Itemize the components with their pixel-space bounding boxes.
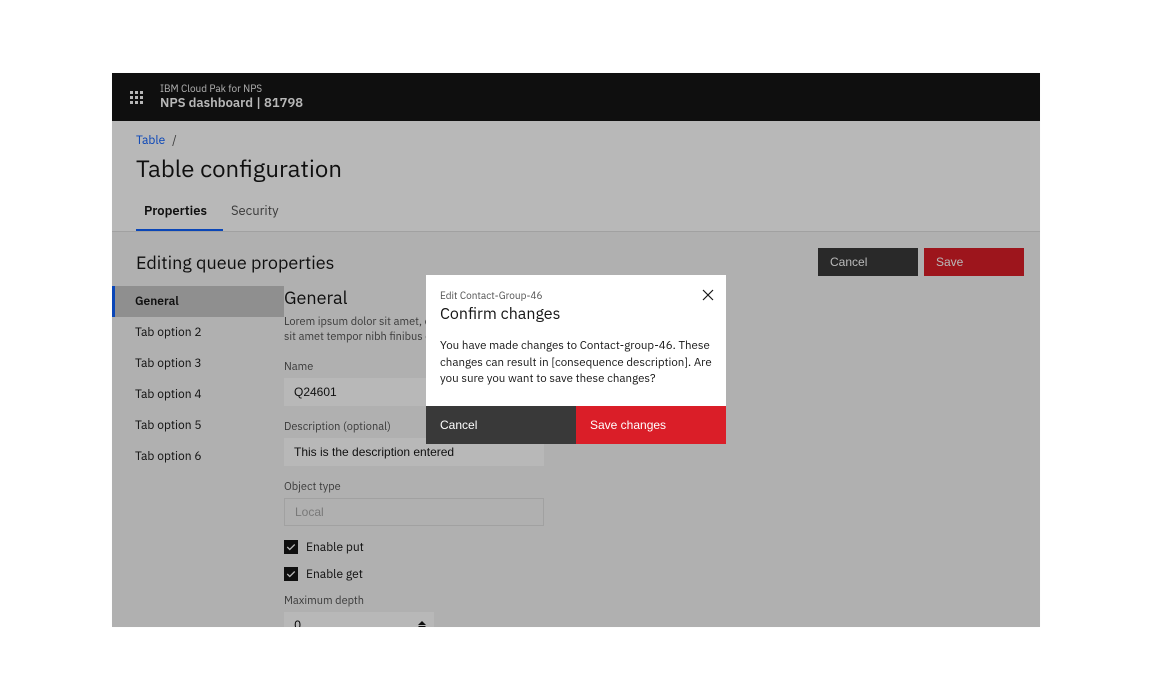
modal-cancel-button[interactable]: Cancel: [426, 406, 576, 444]
confirm-modal: Edit Contact-Group-46 Confirm changes Yo…: [426, 275, 726, 444]
modal-header: Edit Contact-Group-46 Confirm changes: [426, 275, 726, 330]
modal-actions: Cancel Save changes: [426, 406, 726, 444]
modal-title: Confirm changes: [440, 304, 712, 324]
modal-body: You have made changes to Contact-group-4…: [426, 330, 726, 406]
modal-eyebrow: Edit Contact-Group-46: [440, 289, 712, 302]
close-icon[interactable]: [700, 287, 716, 303]
modal-save-button[interactable]: Save changes: [576, 406, 726, 444]
